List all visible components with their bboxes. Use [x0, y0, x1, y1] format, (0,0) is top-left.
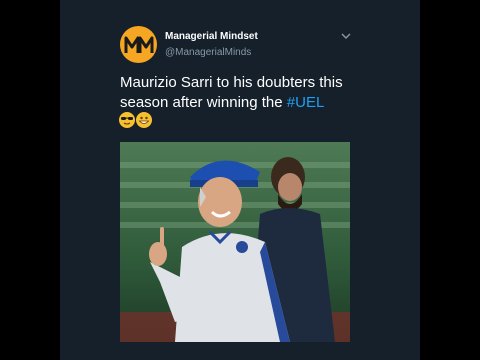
- tweet-text: Maurizio Sarri to his doubters this seas…: [120, 73, 360, 113]
- chevron-down-icon[interactable]: [340, 31, 352, 41]
- tweet-photo[interactable]: [120, 142, 350, 342]
- user-handle[interactable]: @ManagerialMinds: [165, 47, 251, 58]
- emoji-row: [119, 112, 152, 128]
- video-frame: Managerial Mindset @ManagerialMinds Maur…: [0, 0, 480, 360]
- avatar[interactable]: [120, 26, 157, 63]
- hashtag-link[interactable]: #UEL: [287, 94, 325, 111]
- managerial-mindset-logo-icon: [124, 36, 153, 53]
- grinning-face-icon: [136, 112, 152, 128]
- tweet-card[interactable]: Managerial Mindset @ManagerialMinds Maur…: [60, 0, 420, 360]
- sunglasses-face-icon: [119, 112, 135, 128]
- display-name[interactable]: Managerial Mindset: [165, 31, 258, 42]
